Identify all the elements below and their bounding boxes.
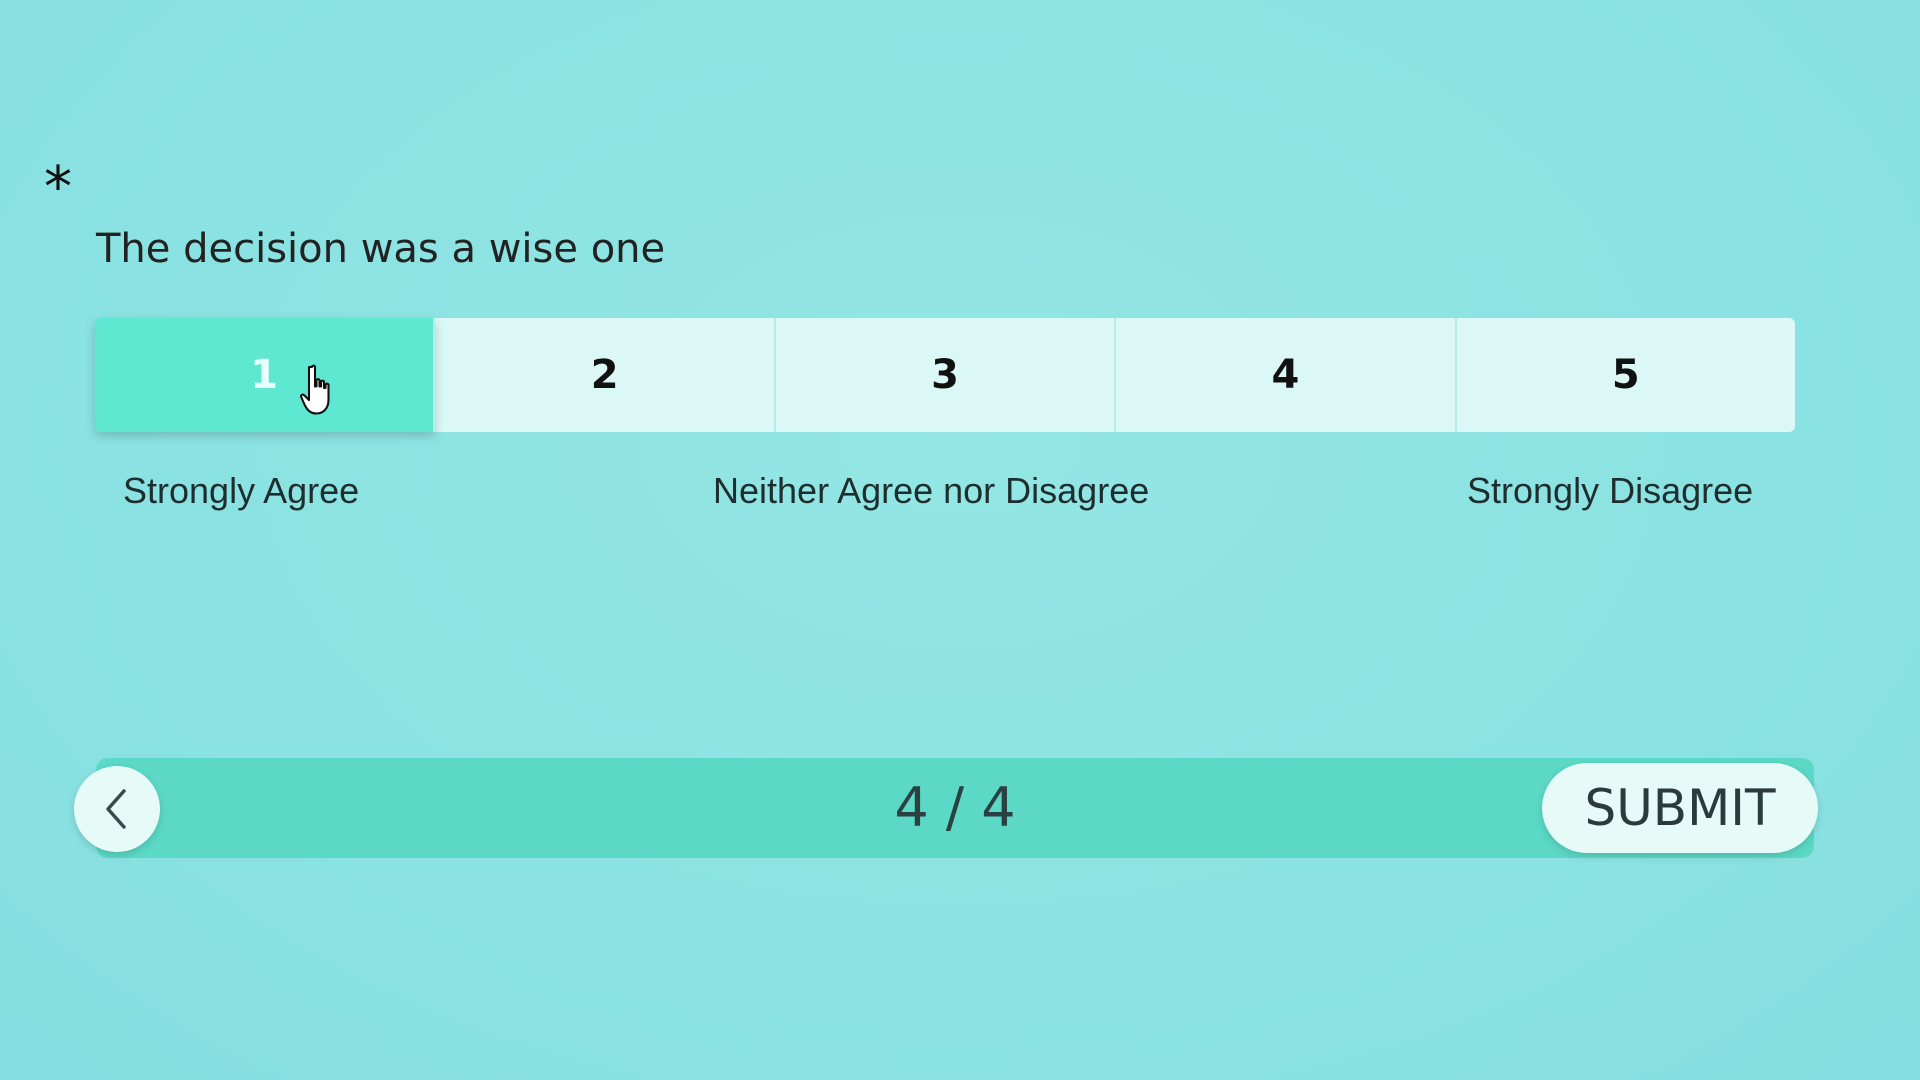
pointer-hand-icon [300, 364, 330, 415]
back-button[interactable] [74, 766, 160, 852]
rating-scale: 1 2 3 4 5 [95, 318, 1796, 432]
survey-page: * The decision was a wise one 1 2 3 4 5 … [0, 0, 1920, 1080]
rating-option-5[interactable]: 5 [1456, 318, 1796, 432]
submit-button[interactable]: SUBMIT [1542, 763, 1818, 853]
scale-label-left: Strongly Agree [123, 470, 360, 511]
rating-option-4[interactable]: 4 [1116, 318, 1457, 432]
rating-option-3[interactable]: 3 [775, 318, 1117, 432]
rating-option-1[interactable]: 1 [95, 318, 436, 432]
chevron-left-icon [106, 789, 126, 829]
scale-label-middle: Neither Agree nor Disagree [713, 470, 1150, 511]
question-text: The decision was a wise one [96, 226, 666, 272]
scale-label-right: Strongly Disagree [1467, 470, 1754, 511]
required-mark: * [44, 155, 72, 220]
rating-option-2[interactable]: 2 [435, 318, 776, 432]
